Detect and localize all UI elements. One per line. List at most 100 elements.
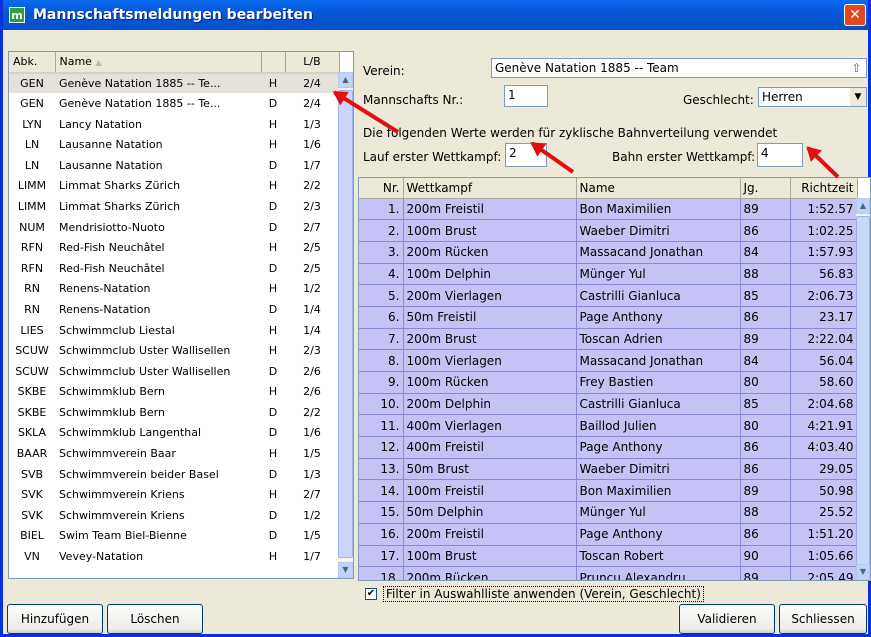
table-row[interactable]: 6. 50m Freistil Page Anthony 86 23.17: [359, 306, 858, 329]
table-row[interactable]: 9. 100m Rücken Frey Bastien 80 58.60: [359, 371, 858, 394]
table-row[interactable]: BAAR Schwimmverein Baar H 1/5: [9, 443, 339, 464]
geschlecht-select[interactable]: Herren ▼: [758, 87, 867, 107]
table-row[interactable]: SKLA Schwimmklub Langenthal D 1/6: [9, 423, 339, 444]
team-name-cell: Limmat Sharks Zürich: [59, 199, 181, 213]
team-name-cell: Schwimmverein Baar: [59, 447, 176, 461]
col-abk-header[interactable]: Abk.: [9, 52, 56, 74]
sort-asc-icon: ▲: [95, 58, 102, 68]
event-grid-scrollbar[interactable]: ▲ ▼: [856, 198, 870, 580]
table-row[interactable]: GEN Genève Natation 1885 -- Te... D 2/4: [9, 93, 339, 114]
table-row[interactable]: 18. 200m Rücken Pruncu Alexandru 89 2:05.49: [359, 566, 858, 580]
table-row[interactable]: 12. 400m Freistil Page Anthony 86 4:03.40: [359, 436, 858, 459]
table-row[interactable]: NUM Mendrisiotto-Nuoto D 2/7: [9, 217, 339, 238]
gender-cell: D: [268, 364, 278, 378]
table-row[interactable]: BIEL Swim Team Biel-Bienne D 1/5: [9, 526, 339, 547]
athlete-cell: Waeber Dimitri: [576, 219, 741, 242]
col-lb-header[interactable]: L/B: [285, 52, 340, 74]
table-row[interactable]: SCUW Schwimmclub Uster Wallisellen H 2/3: [9, 340, 339, 361]
richtzeit-cell: 1:52.57: [790, 198, 858, 221]
table-row[interactable]: 15. 50m Delphin Münger Yul 88 25.52: [359, 501, 858, 524]
wettkampf-cell: 200m Delphin: [403, 393, 577, 416]
scroll-up-icon[interactable]: ▲: [856, 198, 870, 214]
table-row[interactable]: 10. 200m Delphin Castrilli Gianluca 85 2:04.…: [359, 393, 858, 416]
team-list-scrollbar[interactable]: ▲ ▼: [338, 72, 353, 578]
jg-cell: 90: [740, 545, 791, 568]
table-row[interactable]: VN Vevey-Natation H 1/7: [9, 546, 339, 567]
table-row[interactable]: 4. 100m Delphin Münger Yul 88 56.83: [359, 263, 858, 286]
table-row[interactable]: RN Renens-Natation H 1/2: [9, 279, 339, 300]
table-row[interactable]: RN Renens-Natation D 1/4: [9, 299, 339, 320]
filter-label[interactable]: Filter in Auswahlliste anwenden (Verein,…: [383, 586, 704, 602]
table-row[interactable]: 1. 200m Freistil Bon Maximilien 89 1:52.57: [359, 198, 858, 221]
scroll-thumb[interactable]: [338, 90, 353, 558]
richtzeit-cell: 1:02.25: [790, 219, 858, 242]
add-button[interactable]: Hinzufügen: [7, 604, 103, 634]
table-row[interactable]: LYN Lancy Natation H 1/3: [9, 114, 339, 135]
nr-cell: 16.: [359, 523, 404, 546]
gender-cell: D: [268, 508, 278, 522]
table-row[interactable]: 2. 100m Brust Waeber Dimitri 86 1:02.25: [359, 219, 858, 242]
table-row[interactable]: 11. 400m Vierlagen Baillod Julien 80 4:21.91: [359, 414, 858, 438]
col-athlete-header[interactable]: Name: [576, 178, 741, 199]
title-bar[interactable]: m Mannschaftsmeldungen bearbeiten ✕: [3, 0, 868, 30]
wettkampf-cell: 100m Brust: [403, 545, 577, 568]
table-row[interactable]: LN Lausanne Natation D 1/7: [9, 155, 339, 176]
table-row[interactable]: SCUW Schwimmclub Uster Wallisellen D 2/6: [9, 361, 339, 382]
team-list[interactable]: Abk. Name ▲ L/B GEN Genève Natation 1885 …: [8, 51, 354, 579]
close-icon[interactable]: ✕: [844, 4, 866, 26]
scroll-down-icon[interactable]: ▼: [856, 564, 870, 580]
table-row[interactable]: LN Lausanne Natation H 1/6: [9, 134, 339, 155]
abk-cell: RN: [24, 282, 40, 296]
athlete-cell: Pruncu Alexandru: [576, 566, 741, 580]
lb-cell: 2/5: [303, 261, 321, 275]
col-name-header[interactable]: Name ▲: [55, 52, 262, 74]
table-row[interactable]: 13. 50m Brust Waeber Dimitri 86 29.05: [359, 458, 858, 481]
verein-field[interactable]: Genève Natation 1885 -- Team ⇧: [491, 58, 867, 78]
wettkampf-cell: 100m Freistil: [403, 479, 577, 503]
validate-button[interactable]: Validieren: [679, 604, 775, 634]
col-gender-header[interactable]: [261, 52, 286, 74]
table-row[interactable]: 17. 100m Brust Toscan Robert 90 1:05.66: [359, 545, 858, 568]
richtzeit-cell: 56.83: [790, 263, 858, 286]
abk-cell: SVB: [20, 467, 44, 481]
col-jg-header[interactable]: Jg.: [740, 178, 791, 199]
table-row[interactable]: SKBE Schwimmklub Bern H 2/6: [9, 382, 339, 403]
col-nr-header[interactable]: Nr.: [359, 178, 404, 199]
refresh-icon[interactable]: ⇧: [849, 61, 864, 76]
table-row[interactable]: 14. 100m Freistil Bon Maximilien 89 50.98: [359, 479, 858, 503]
richtzeit-cell: 4:03.40: [790, 436, 858, 459]
wettkampf-cell: 100m Delphin: [403, 263, 577, 286]
chevron-down-icon[interactable]: ▼: [850, 88, 866, 106]
delete-button[interactable]: Löschen: [107, 604, 203, 634]
table-row[interactable]: GEN Genève Natation 1885 -- Te... H 2/4: [9, 72, 339, 94]
table-row[interactable]: LIMM Limmat Sharks Zürich D 2/3: [9, 196, 339, 217]
event-grid[interactable]: Nr. Wettkampf Name Jg. Richtzeit 1. 200m …: [358, 177, 871, 581]
scroll-down-icon[interactable]: ▼: [338, 562, 353, 578]
gender-cell: D: [268, 426, 278, 440]
bahn-input[interactable]: 4: [757, 143, 803, 167]
mannschaft-input[interactable]: 1: [504, 85, 548, 107]
table-row[interactable]: LIES Schwimmclub Liestal H 1/4: [9, 320, 339, 341]
scroll-thumb[interactable]: [856, 216, 870, 566]
wettkampf-cell: 400m Freistil: [403, 436, 577, 459]
filter-option[interactable]: ✔ Filter in Auswahlliste anwenden (Verei…: [365, 586, 704, 602]
table-row[interactable]: 8. 100m Vierlagen Massacand Jonathan 84 56.0…: [359, 349, 858, 372]
wettkampf-cell: 400m Vierlagen: [403, 414, 577, 438]
filter-checkbox[interactable]: ✔: [365, 588, 377, 600]
gender-cell: H: [261, 72, 285, 94]
table-row[interactable]: 5. 200m Vierlagen Castrilli Gianluca 85 2:06…: [359, 284, 858, 307]
table-row[interactable]: SVK Schwimmverein Kriens D 1/2: [9, 505, 339, 526]
col-richtzeit-header[interactable]: Richtzeit: [790, 178, 858, 199]
table-row[interactable]: LIMM Limmat Sharks Zürich H 2/2: [9, 176, 339, 197]
table-row[interactable]: 3. 200m Rücken Massacand Jonathan 84 1:57.93: [359, 241, 858, 264]
col-wettkampf-header[interactable]: Wettkampf: [403, 178, 577, 199]
table-row[interactable]: RFN Red-Fish Neuchâtel D 2/5: [9, 258, 339, 279]
table-row[interactable]: SVB Schwimmverein beider Basel D 1/3: [9, 464, 339, 485]
table-row[interactable]: 16. 200m Freistil Page Anthony 86 1:51.20: [359, 523, 858, 546]
table-row[interactable]: RFN Red-Fish Neuchâtel H 2/5: [9, 237, 339, 258]
jg-cell: 84: [740, 241, 791, 264]
table-row[interactable]: SVK Schwimmverein Kriens H 2/7: [9, 484, 339, 505]
table-row[interactable]: SKBE Schwimmklub Bern D 2/2: [9, 402, 339, 423]
close-button[interactable]: Schliessen: [779, 604, 867, 634]
table-row[interactable]: 7. 200m Brust Toscan Adrien 89 2:22.04: [359, 328, 858, 351]
